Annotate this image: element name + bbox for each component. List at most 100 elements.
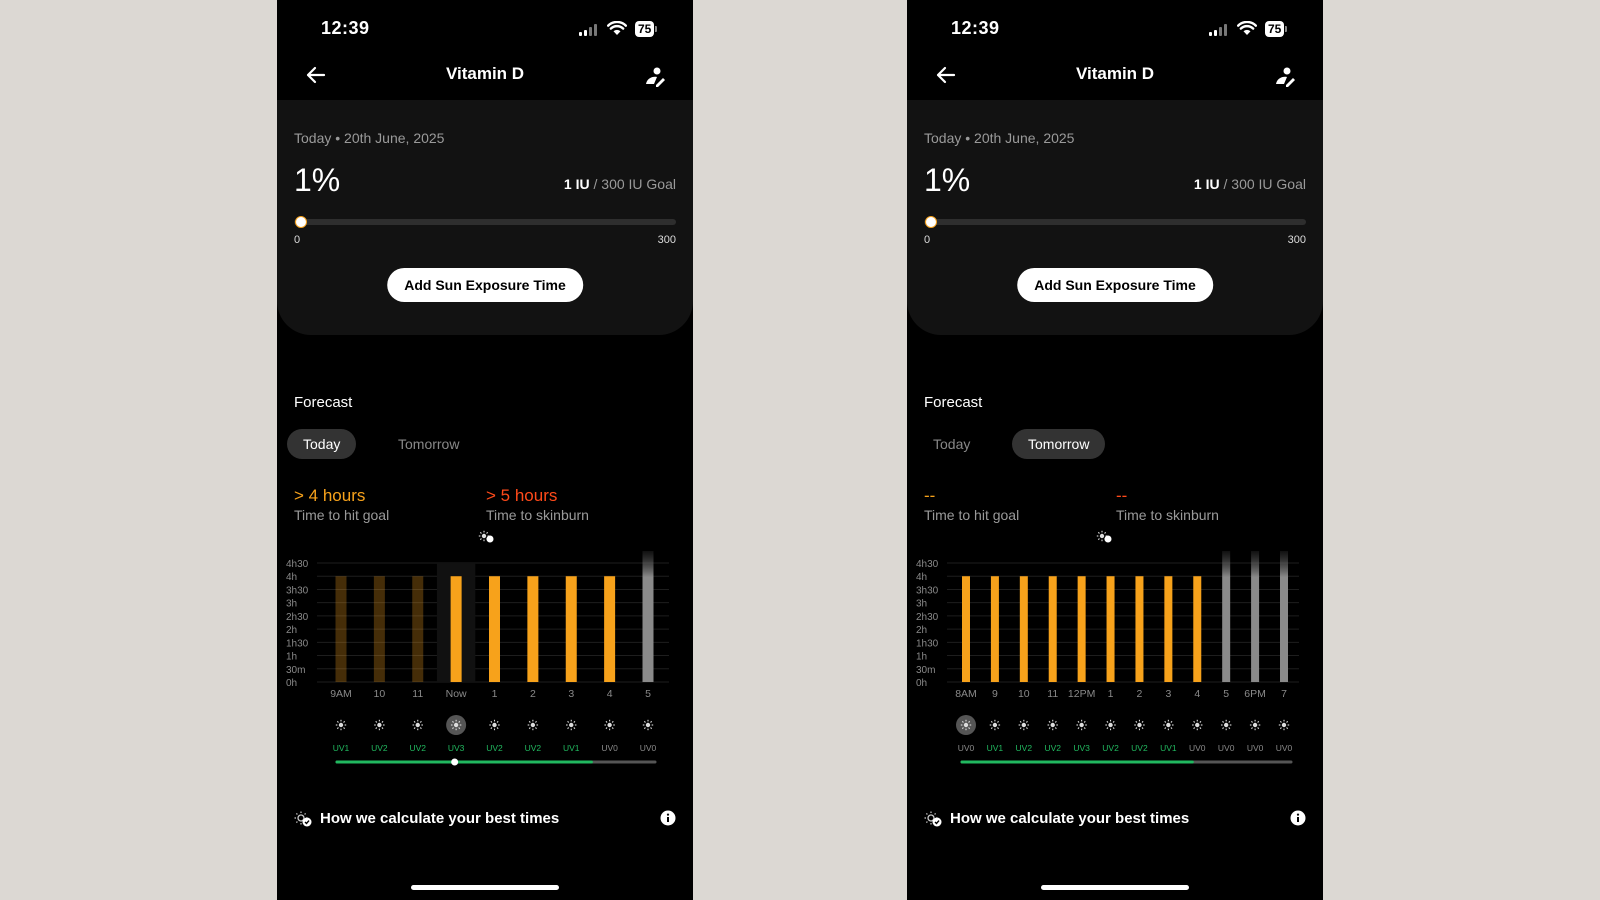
x-tick-label: 11 — [1047, 688, 1058, 700]
uv-sun-icon-ray — [1054, 727, 1057, 730]
add-sun-exposure-button[interactable]: Add Sun Exposure Time — [387, 268, 583, 302]
y-tick-label: 1h — [286, 652, 297, 663]
uv-sun-icon — [960, 719, 972, 731]
uv-sun-icon-ray — [1170, 727, 1173, 730]
time-to-burn-label: Time to skinburn — [486, 507, 589, 523]
summary-date: Today • 20th June, 2025 — [924, 130, 1075, 146]
person-settings-icon[interactable] — [643, 65, 667, 89]
uv-sun-icon-ray — [1141, 727, 1144, 730]
chart-sun-icon-ray — [479, 531, 482, 534]
person-settings-icon[interactable] — [1273, 65, 1297, 89]
info-icon[interactable] — [1290, 810, 1306, 826]
uv-sun-icon-ray — [1286, 727, 1289, 730]
uv-sun-icon-ray — [573, 720, 576, 723]
uv-sun-icon-ray — [1257, 720, 1260, 723]
progress-indicator — [295, 216, 307, 228]
sun-check-icon — [294, 811, 312, 826]
battery-icon: 75 — [635, 20, 658, 38]
chart-bar — [1135, 576, 1144, 682]
uv-sun-icon-ray — [643, 727, 646, 730]
uv-sun-icon-ray — [490, 727, 493, 730]
tab-today[interactable]: Today — [917, 429, 986, 459]
uv-index-label: UV0 — [1276, 743, 1293, 753]
uv-sun-icon-core — [963, 722, 969, 728]
uv-sun-icon-ray — [1228, 727, 1231, 730]
uv-sun-icon-ray — [1170, 720, 1173, 723]
uv-sun-icon-ray — [1019, 720, 1022, 723]
uv-index-label: UV2 — [1102, 743, 1119, 753]
best-times-label: How we calculate your best times — [950, 810, 1190, 827]
x-tick-label: 7 — [1281, 688, 1287, 700]
uv-index-label: UV1 — [333, 743, 350, 753]
status-time: 12:39 — [321, 18, 370, 38]
chart-sun-icon-ray — [1097, 538, 1100, 541]
uv-sun-icon — [335, 719, 347, 731]
tab-tomorrow[interactable]: Tomorrow — [1012, 429, 1106, 459]
y-tick-label: 3h30 — [286, 585, 309, 596]
chart-bar — [1222, 551, 1231, 682]
wifi-icon — [1237, 21, 1257, 35]
x-tick-label: 9 — [992, 688, 998, 700]
x-tick-label: 2 — [530, 688, 536, 700]
chart-bar — [565, 576, 577, 682]
uv-sun-icon — [527, 719, 539, 731]
app-header: Vitamin D — [277, 60, 693, 90]
phone-screen-tomorrow: 12:39 75 Vitamin D Today • 20th June, 20… — [907, 0, 1323, 900]
uv-sun-icon-ray — [336, 720, 339, 723]
signal-icon — [579, 24, 597, 36]
uv-sun-icon-ray — [605, 720, 608, 723]
uv-sun-icon-ray — [1048, 720, 1051, 723]
uv-index-label: UV1 — [987, 743, 1004, 753]
chart-bar — [1048, 576, 1057, 682]
uv-sun-icon-ray — [1279, 720, 1282, 723]
y-tick-label: 4h30 — [286, 559, 309, 570]
page-title: Vitamin D — [1075, 64, 1155, 83]
y-tick-label: 2h — [286, 625, 297, 636]
add-sun-exposure-button[interactable]: Add Sun Exposure Time — [1017, 268, 1213, 302]
battery-icon: 75 — [1265, 20, 1288, 38]
y-tick-label: 1h30 — [916, 638, 939, 649]
y-tick-label: 30m — [286, 665, 305, 676]
uv-sun-icon-ray — [1106, 720, 1109, 723]
uv-sun-icon-core — [1223, 722, 1229, 728]
uv-sun-icon-core — [1050, 722, 1055, 728]
home-indicator — [1041, 885, 1189, 890]
uv-sun-icon-core — [1166, 722, 1171, 728]
info-icon[interactable] — [660, 810, 676, 826]
uv-sun-icon-ray — [1286, 720, 1289, 723]
chart-sun-icon-ray — [479, 538, 482, 541]
uv-index-label: UV1 — [563, 743, 580, 753]
uv-sun-icon-ray — [1193, 720, 1196, 723]
progress-min-label: 0 — [294, 234, 301, 246]
tab-tomorrow[interactable]: Tomorrow — [382, 429, 475, 459]
uv-sun-icon-ray — [650, 727, 653, 730]
y-tick-label: 3h30 — [916, 585, 939, 596]
chart-bar — [1193, 576, 1202, 682]
uv-sun-icon-core — [453, 722, 459, 728]
progress-max-label: 300 — [1287, 234, 1306, 246]
tab-today[interactable]: Today — [287, 429, 357, 459]
chart-bar — [1164, 576, 1173, 682]
app-header: Vitamin D — [907, 60, 1323, 90]
uv-sun-icon-ray — [419, 727, 422, 730]
uv-timeline-marker — [451, 758, 459, 766]
progress-max-label: 300 — [657, 234, 676, 246]
chart-bar — [1077, 576, 1086, 682]
uv-sun-icon-ray — [1054, 720, 1057, 723]
uv-sun-icon-core — [1252, 722, 1258, 728]
forecast-chart: 4h30 4h 3h30 3h 2h30 2h 1h30 1h 30m 0h 9AM UV1 10 UV2… — [286, 530, 669, 766]
uv-sun-icon-ray — [605, 727, 608, 730]
uv-sun-icon-ray — [336, 727, 339, 730]
current-iu: 1 IU — [1193, 176, 1220, 192]
uv-sun-icon-ray — [1048, 727, 1051, 730]
best-times-label: How we calculate your best times — [320, 810, 560, 827]
chart-bar — [450, 576, 462, 682]
chart-bar — [1280, 551, 1288, 682]
chart-bar — [1106, 576, 1115, 682]
uv-sun-icon — [1249, 719, 1261, 731]
goal-percent: 1% — [294, 162, 341, 198]
chart-check-icon — [1104, 535, 1112, 543]
uv-sun-icon-ray — [1251, 727, 1253, 730]
best-times-link[interactable]: How we calculate your best times — [294, 810, 559, 827]
best-times-link[interactable]: How we calculate your best times — [924, 810, 1189, 827]
